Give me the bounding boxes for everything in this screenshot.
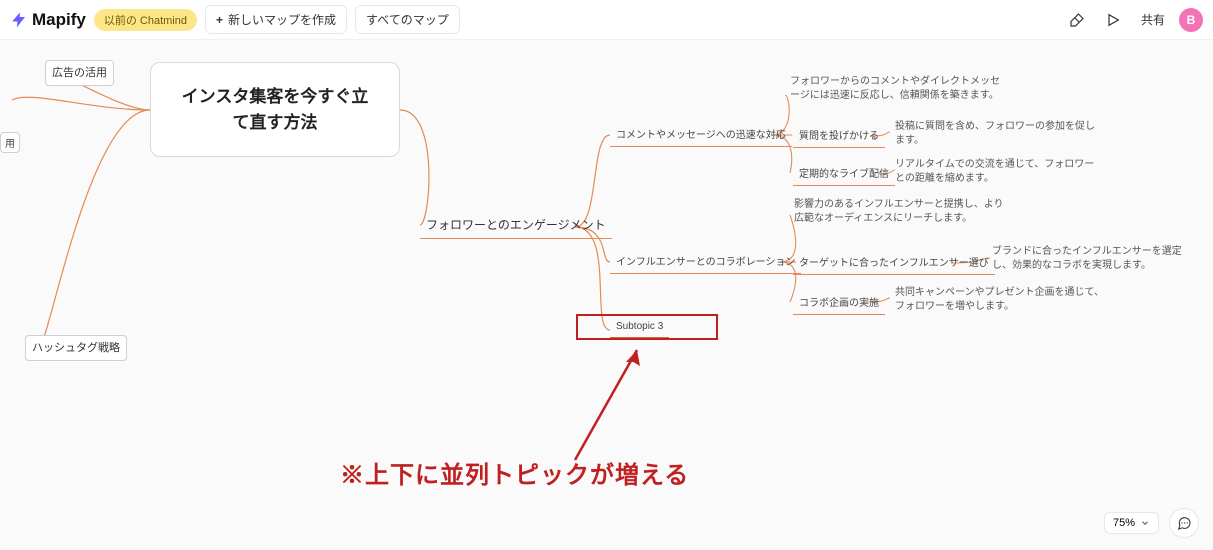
desc-1: フォロワーからのコメントやダイレクトメッセージには迅速に反応し、信頼関係を築きま… bbox=[790, 75, 1000, 102]
toolbar: Mapify 以前の Chatmind + 新しいマップを作成 すべてのマップ … bbox=[0, 0, 1213, 40]
brand-text: Mapify bbox=[32, 10, 86, 30]
chevron-down-icon bbox=[1140, 518, 1150, 528]
node-ads[interactable]: 広告の活用 bbox=[45, 60, 114, 86]
new-map-label: 新しいマップを作成 bbox=[228, 11, 336, 28]
bolt-icon bbox=[10, 11, 28, 29]
mindmap-canvas[interactable]: インスタ集客を今すぐ立て直す方法 広告の活用 用 ハッシュタグ戦略 フォロワーと… bbox=[0, 40, 1213, 550]
node-collab[interactable]: インフルエンサーとのコラボレーション bbox=[610, 250, 801, 274]
node-live[interactable]: 定期的なライブ配信 bbox=[793, 162, 895, 186]
node-stub[interactable]: 用 bbox=[0, 132, 20, 153]
node-subtopic3[interactable]: Subtopic 3 bbox=[610, 318, 669, 338]
node-target[interactable]: ターゲットに合ったインフルエンサー選び bbox=[793, 251, 995, 275]
new-map-button[interactable]: + 新しいマップを作成 bbox=[205, 5, 347, 34]
desc-4: 影響力のあるインフルエンサーと提携し、より広範なオーディエンスにリーチします。 bbox=[794, 198, 1004, 225]
node-plan[interactable]: コラボ企画の実施 bbox=[793, 291, 885, 315]
desc-5: ブランドに合ったインフルエンサーを選定し、効果的なコラボを実現します。 bbox=[992, 245, 1192, 272]
eraser-icon[interactable] bbox=[1063, 6, 1091, 34]
brand-logo[interactable]: Mapify bbox=[10, 10, 86, 30]
bottom-bar: 75% bbox=[1104, 508, 1199, 538]
desc-2: 投稿に質問を含め、フォロワーの参加を促します。 bbox=[895, 120, 1095, 147]
chat-icon[interactable] bbox=[1169, 508, 1199, 538]
node-engagement[interactable]: フォロワーとのエンゲージメント bbox=[420, 213, 612, 239]
desc-3: リアルタイムでの交流を通じて、フォロワーとの距離を縮めます。 bbox=[895, 158, 1100, 185]
zoom-label: 75% bbox=[1113, 517, 1135, 529]
play-icon[interactable] bbox=[1099, 6, 1127, 34]
desc-6: 共同キャンペーンやプレゼント企画を通じて、フォロワーを増やします。 bbox=[895, 286, 1105, 313]
annotation-text: ※上下に並列トピックが増える bbox=[340, 455, 689, 490]
plus-icon: + bbox=[216, 13, 223, 27]
zoom-control[interactable]: 75% bbox=[1104, 512, 1159, 534]
all-maps-button[interactable]: すべてのマップ bbox=[355, 5, 460, 34]
previous-chatmind-pill[interactable]: 以前の Chatmind bbox=[94, 9, 197, 31]
share-button[interactable]: 共有 bbox=[1135, 11, 1171, 28]
node-hashtag[interactable]: ハッシュタグ戦略 bbox=[25, 335, 127, 361]
central-topic[interactable]: インスタ集客を今すぐ立て直す方法 bbox=[150, 62, 400, 157]
avatar[interactable]: B bbox=[1179, 8, 1203, 32]
node-question[interactable]: 質問を投げかける bbox=[793, 124, 885, 148]
node-comments[interactable]: コメントやメッセージへの迅速な対応 bbox=[610, 123, 792, 147]
